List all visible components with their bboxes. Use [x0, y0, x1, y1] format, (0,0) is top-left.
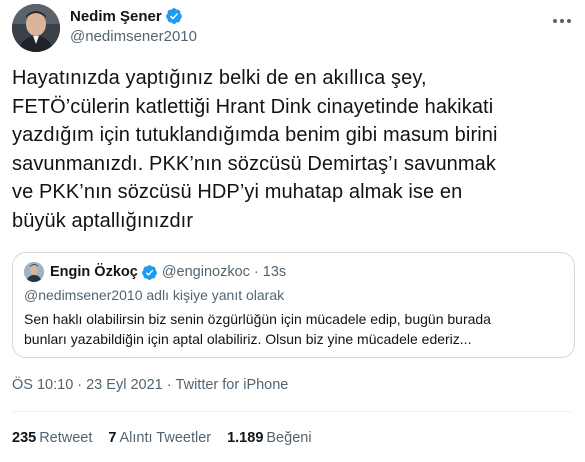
quote-tweets-label: Alıntı Tweetler: [119, 430, 212, 446]
separator-dot: ·: [253, 264, 259, 280]
separator-dot: ·: [166, 377, 172, 393]
quoted-tweet-text-line: bunları yazabildiğin için aptal olabilir…: [24, 331, 472, 347]
tweet-text-line: FETÖ’cülerin katlettiği Hrant Dink cinay…: [12, 95, 494, 118]
tweet-text-line: Hayatınızda yaptığınız belki de en akıll…: [12, 67, 427, 89]
likes-stat[interactable]: 1.189 Beğeni: [227, 430, 311, 446]
verified-badge-icon: [165, 7, 183, 25]
separator-dot: ·: [77, 377, 83, 393]
quoted-author-avatar[interactable]: [24, 262, 44, 282]
tweet-meta: ÖS 10:10 · 23 Eyl 2021 · Twitter for iPh…: [12, 377, 288, 393]
tweet-text-line: yazdığım için tutuklandığımda benim gibi…: [12, 124, 498, 146]
quoted-tweet-header: Engin Özkoç @enginozkoc · 13s: [24, 262, 286, 282]
retweets-count: 235: [12, 430, 37, 446]
retweets-stat[interactable]: 235 Retweet: [12, 430, 92, 446]
tweet-text-line: savunmanızdı. PKK’nın sözcüsü Demirtaş’ı…: [12, 152, 496, 175]
more-options-icon[interactable]: [551, 12, 573, 30]
author-avatar[interactable]: [12, 4, 60, 52]
tweet-text-line: büyük aptallığınızdır: [12, 209, 194, 232]
quote-tweets-stat[interactable]: 7 Alıntı Tweetler: [108, 430, 211, 446]
tweet-stats: 235 Retweet 7 Alıntı Tweetler 1.189 Beğeni: [12, 430, 328, 446]
reply-context: @nedimsener2010 adlı kişiye yanıt olarak: [24, 287, 285, 303]
divider: [12, 411, 573, 412]
tweet-source[interactable]: Twitter for iPhone: [176, 377, 289, 393]
tweet-time[interactable]: ÖS 10:10: [12, 377, 73, 393]
retweets-label: Retweet: [39, 430, 93, 446]
quoted-tweet-text-line: Sen haklı olabilirsin biz senin özgürlüğ…: [24, 311, 491, 327]
tweet-text: Hayatınızda yaptığınız belki de en akıll…: [12, 64, 573, 235]
quote-tweets-count: 7: [108, 430, 117, 446]
tweet-date[interactable]: 23 Eyl 2021: [86, 377, 163, 393]
tweet-text-line: ve PKK’nın sözcüsü HDP’yi muhatap almak …: [12, 181, 463, 203]
tweet-header: Nedim Şener @nedimsener2010: [12, 4, 573, 52]
quoted-tweet-text: Sen haklı olabilirsin biz senin özgürlüğ…: [24, 309, 491, 349]
author-handle[interactable]: @nedimsener2010: [70, 28, 197, 45]
quoted-tweet-time[interactable]: 13s: [263, 264, 286, 280]
quoted-author-name[interactable]: Engin Özkoç: [50, 264, 138, 280]
likes-count: 1.189: [227, 430, 264, 446]
verified-badge-icon: [141, 264, 158, 281]
quoted-author-handle[interactable]: @enginozkoc: [162, 264, 250, 280]
likes-label: Beğeni: [266, 430, 312, 446]
author-name[interactable]: Nedim Şener: [70, 8, 162, 25]
author-info: Nedim Şener @nedimsener2010: [70, 6, 197, 46]
quoted-tweet[interactable]: Engin Özkoç @enginozkoc · 13s @nedimsene…: [12, 252, 575, 358]
